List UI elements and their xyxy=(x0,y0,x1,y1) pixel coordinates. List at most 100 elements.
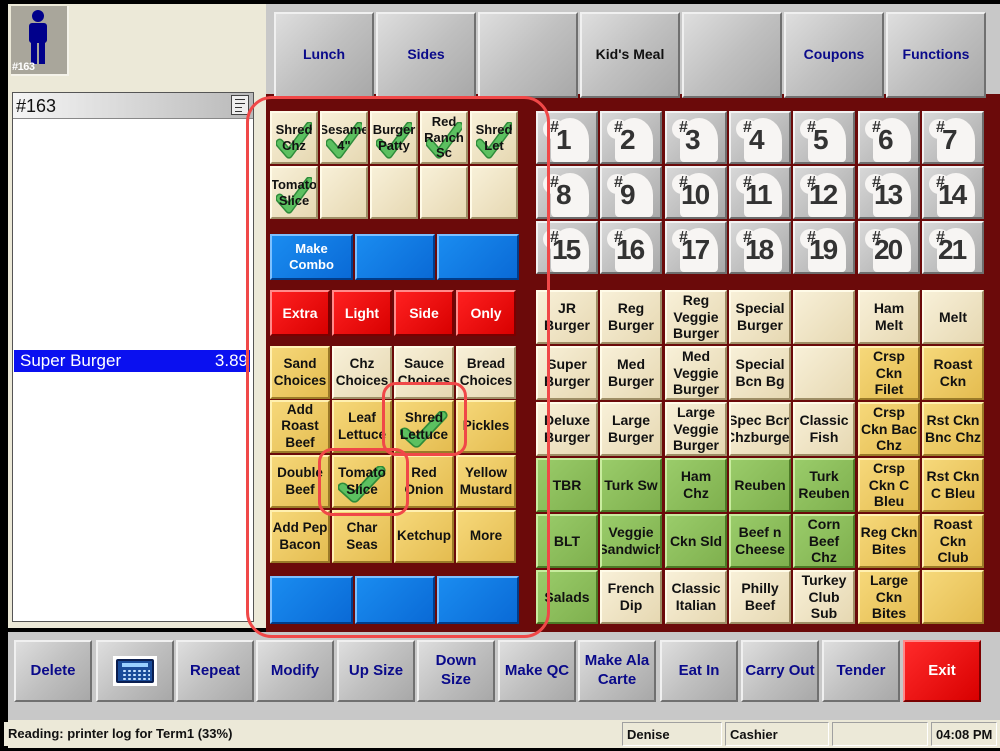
menu-item-button[interactable]: Roast Ckn Club xyxy=(922,514,984,568)
customer-avatar-button[interactable]: #163 xyxy=(11,6,69,76)
modifier-blank-button[interactable] xyxy=(437,576,519,624)
menu-item-button[interactable]: BLT xyxy=(536,514,598,568)
menu-item-button[interactable]: Beef n Cheese xyxy=(729,514,791,568)
menu-item-button[interactable]: Crsp Ckn C Bleu xyxy=(858,458,920,512)
menu-item-button[interactable]: Turk Sw xyxy=(600,458,662,512)
modifier-option-button[interactable]: Tomato Slice xyxy=(332,455,392,508)
quantity-button[interactable]: #20 xyxy=(858,221,920,274)
modifier-option-button[interactable]: Sand Choices xyxy=(270,346,330,399)
menu-item-button[interactable]: French Dip xyxy=(600,570,662,624)
menu-item-button[interactable]: Classic Fish xyxy=(793,402,855,456)
function-down-size-button[interactable]: Down Size xyxy=(417,640,495,702)
quantity-button[interactable]: #2 xyxy=(600,111,662,164)
menu-item-button[interactable]: Rst Ckn Bnc Chz xyxy=(922,402,984,456)
quantity-button[interactable]: #18 xyxy=(729,221,791,274)
menu-item-button[interactable] xyxy=(922,570,984,624)
quantity-button[interactable]: #3 xyxy=(665,111,727,164)
qualifier-only-button[interactable]: Only xyxy=(456,290,516,336)
component-button[interactable]: Tomato Slice xyxy=(270,166,318,219)
function-carry-out-button[interactable]: Carry Out xyxy=(741,640,819,702)
quantity-button[interactable]: #12 xyxy=(793,166,855,219)
modifier-blank-button[interactable] xyxy=(355,576,435,624)
menu-item-button[interactable]: Ham Melt xyxy=(858,290,920,344)
menu-item-button[interactable]: Salads xyxy=(536,570,598,624)
modifier-option-button[interactable]: Sauce Choices xyxy=(394,346,454,399)
modifier-option-button[interactable]: Char Seas xyxy=(332,510,392,563)
function-make-qc-button[interactable]: Make QC xyxy=(498,640,576,702)
quantity-button[interactable]: #21 xyxy=(922,221,984,274)
menu-item-button[interactable]: Super Burger xyxy=(536,346,598,400)
menu-item-button[interactable]: JR Burger xyxy=(536,290,598,344)
quantity-button[interactable]: #5 xyxy=(793,111,855,164)
menu-item-button[interactable]: Corn Beef Chz xyxy=(793,514,855,568)
modifier-blank-button[interactable] xyxy=(270,576,353,624)
modifier-option-button[interactable]: Yellow Mustard xyxy=(456,455,516,508)
menu-item-button[interactable]: Med Veggie Burger xyxy=(665,346,727,400)
menu-item-button[interactable]: Special Burger xyxy=(729,290,791,344)
modifier-option-button[interactable]: Red Onion xyxy=(394,455,454,508)
function-up-size-button[interactable]: Up Size xyxy=(337,640,415,702)
component-button[interactable] xyxy=(320,166,368,219)
order-line-item[interactable]: Super Burger 3.89 xyxy=(14,350,250,372)
component-button[interactable]: Sesame 4" xyxy=(320,111,368,164)
quantity-button[interactable]: #19 xyxy=(793,221,855,274)
quantity-button[interactable]: #10 xyxy=(665,166,727,219)
combo-blank-button[interactable] xyxy=(437,234,519,280)
list-menu-icon[interactable] xyxy=(231,95,249,115)
menu-item-button[interactable]: Large Veggie Burger xyxy=(665,402,727,456)
function-exit-button[interactable]: Exit xyxy=(903,640,981,702)
menu-item-button[interactable]: Crsp Ckn Filet xyxy=(858,346,920,400)
quantity-button[interactable]: #14 xyxy=(922,166,984,219)
quantity-button[interactable]: #16 xyxy=(600,221,662,274)
menu-item-button[interactable]: Reg Burger xyxy=(600,290,662,344)
menu-item-button[interactable] xyxy=(793,346,855,400)
component-button[interactable]: Burger Patty xyxy=(370,111,418,164)
menu-item-button[interactable]: Turk Reuben xyxy=(793,458,855,512)
component-button[interactable]: Shred Let xyxy=(470,111,518,164)
menu-item-button[interactable]: Reg Veggie Burger xyxy=(665,290,727,344)
quantity-button[interactable]: #15 xyxy=(536,221,598,274)
function-make-ala-carte-button[interactable]: Make Ala Carte xyxy=(578,640,656,702)
quantity-button[interactable]: #9 xyxy=(600,166,662,219)
quantity-button[interactable]: #6 xyxy=(858,111,920,164)
menu-item-button[interactable]: Reg Ckn Bites xyxy=(858,514,920,568)
menu-item-button[interactable]: Deluxe Burger xyxy=(536,402,598,456)
menu-item-button[interactable]: Special Bcn Bg xyxy=(729,346,791,400)
menu-item-button[interactable]: Roast Ckn xyxy=(922,346,984,400)
menu-item-button[interactable]: Rst Ckn C Bleu xyxy=(922,458,984,512)
component-button[interactable] xyxy=(420,166,468,219)
category-tab-empty-2[interactable] xyxy=(478,12,578,98)
menu-item-button[interactable]: Turkey Club Sub xyxy=(793,570,855,624)
keyboard-button[interactable] xyxy=(96,640,174,702)
menu-item-button[interactable]: Med Burger xyxy=(600,346,662,400)
make-combo-button[interactable]: Make Combo xyxy=(270,234,353,280)
quantity-button[interactable]: #8 xyxy=(536,166,598,219)
category-tab-kid-s-meal[interactable]: Kid's Meal xyxy=(580,12,680,98)
component-button[interactable] xyxy=(370,166,418,219)
function-delete-button[interactable]: Delete xyxy=(14,640,92,702)
quantity-button[interactable]: #7 xyxy=(922,111,984,164)
menu-item-button[interactable]: Spec Bcn Chzburger xyxy=(729,402,791,456)
category-tab-functions[interactable]: Functions xyxy=(886,12,986,98)
component-button[interactable]: Red Ranch Sc xyxy=(420,111,468,164)
qualifier-extra-button[interactable]: Extra xyxy=(270,290,330,336)
qualifier-light-button[interactable]: Light xyxy=(332,290,392,336)
modifier-option-button[interactable]: Double Beef xyxy=(270,455,330,508)
menu-item-button[interactable]: Ckn Sld xyxy=(665,514,727,568)
modifier-option-button[interactable]: Ketchup xyxy=(394,510,454,563)
modifier-option-button[interactable]: Add Roast Beef xyxy=(270,400,330,453)
component-button[interactable]: Shred Chz xyxy=(270,111,318,164)
quantity-button[interactable]: #1 xyxy=(536,111,598,164)
order-list[interactable]: #163 Super Burger 3.89 xyxy=(12,92,254,622)
menu-item-button[interactable]: Large Ckn Bites xyxy=(858,570,920,624)
function-repeat-button[interactable]: Repeat xyxy=(176,640,254,702)
quantity-button[interactable]: #13 xyxy=(858,166,920,219)
menu-item-button[interactable]: Reuben xyxy=(729,458,791,512)
modifier-option-button[interactable]: Chz Choices xyxy=(332,346,392,399)
quantity-button[interactable]: #11 xyxy=(729,166,791,219)
menu-item-button[interactable]: Melt xyxy=(922,290,984,344)
modifier-option-button[interactable]: Shred Lettuce xyxy=(394,400,454,453)
menu-item-button[interactable]: TBR xyxy=(536,458,598,512)
menu-item-button[interactable]: Ham Chz xyxy=(665,458,727,512)
menu-item-button[interactable]: Classic Italian xyxy=(665,570,727,624)
